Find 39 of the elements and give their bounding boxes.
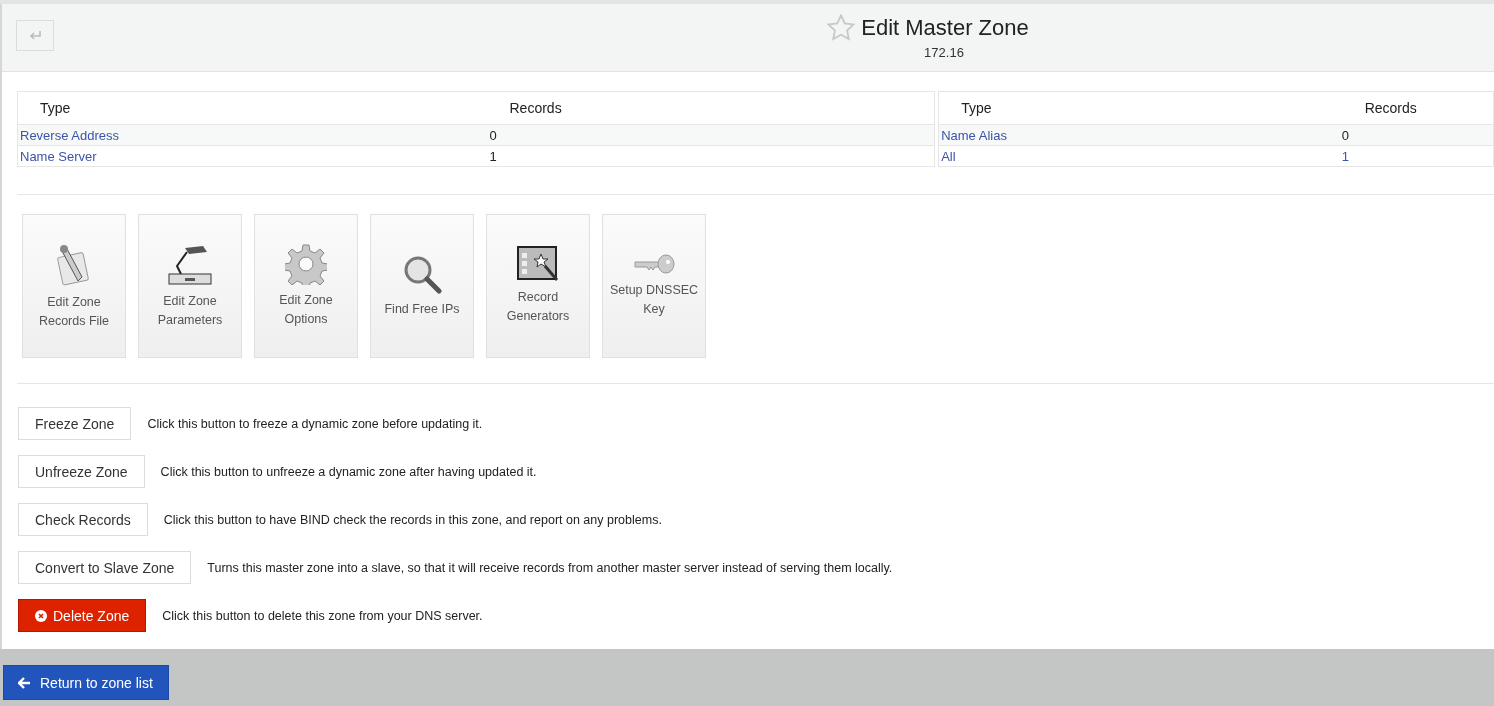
key-icon xyxy=(633,253,675,275)
action-button[interactable]: Freeze Zone xyxy=(18,407,132,440)
column-header: Type xyxy=(40,100,71,116)
column-header: Type xyxy=(961,100,992,116)
gear-icon xyxy=(285,243,327,285)
action-button[interactable]: Check Records xyxy=(18,503,148,536)
delete-button[interactable]: Delete Zone xyxy=(18,599,147,632)
close-icon xyxy=(35,609,47,622)
tool-tile[interactable]: Record Generators xyxy=(486,214,590,358)
record-count: 1 xyxy=(489,148,497,164)
record-type-link[interactable]: Reverse Address xyxy=(20,127,119,143)
tool-tile[interactable]: Edit Zone Parameters xyxy=(138,214,242,358)
record-count: 0 xyxy=(489,127,497,143)
tool-tile[interactable]: Edit Zone Records File xyxy=(22,214,126,358)
tool-tile[interactable]: Find Free IPs xyxy=(370,214,474,358)
tool-tile[interactable]: Setup DNSSEC Key xyxy=(602,214,706,358)
action-description: Click this button to unfreeze a dynamic zone after having updated it. xyxy=(160,464,537,479)
action-description: Click this button to freeze a dynamic zone before updating it. xyxy=(147,416,483,431)
tool-tile[interactable]: Edit Zone Options xyxy=(254,214,358,358)
record-count: 1 xyxy=(1341,148,1349,164)
star-icon[interactable] xyxy=(827,14,856,41)
column-header: Records xyxy=(1364,100,1417,116)
magic-wand-icon xyxy=(517,246,559,282)
action-button[interactable]: Convert to Slave Zone xyxy=(18,551,192,584)
record-count: 0 xyxy=(1341,127,1349,143)
column-header: Records xyxy=(509,100,562,116)
record-type-link[interactable]: Name Server xyxy=(20,148,97,164)
back-button[interactable] xyxy=(16,20,54,51)
action-description: Turns this master zone into a slave, so that it will receive records from another master server instead of serving them locally. xyxy=(207,560,893,575)
return-button[interactable]: Return to zone list xyxy=(3,665,169,700)
action-description: Click this button to have BIND check the records in this zone, and report on any problems. xyxy=(163,512,662,527)
record-type-link[interactable]: All xyxy=(941,148,956,164)
page-title: Edit Master Zone xyxy=(861,14,1029,41)
action-description: Click this button to delete this zone from your DNS server. xyxy=(162,608,483,623)
left-arrow-icon xyxy=(18,676,31,689)
record-type-link[interactable]: Name Alias xyxy=(941,127,1007,143)
zone-name: 172.16 xyxy=(924,45,964,60)
action-button[interactable]: Unfreeze Zone xyxy=(18,455,145,488)
return-arrow-icon xyxy=(28,30,42,41)
